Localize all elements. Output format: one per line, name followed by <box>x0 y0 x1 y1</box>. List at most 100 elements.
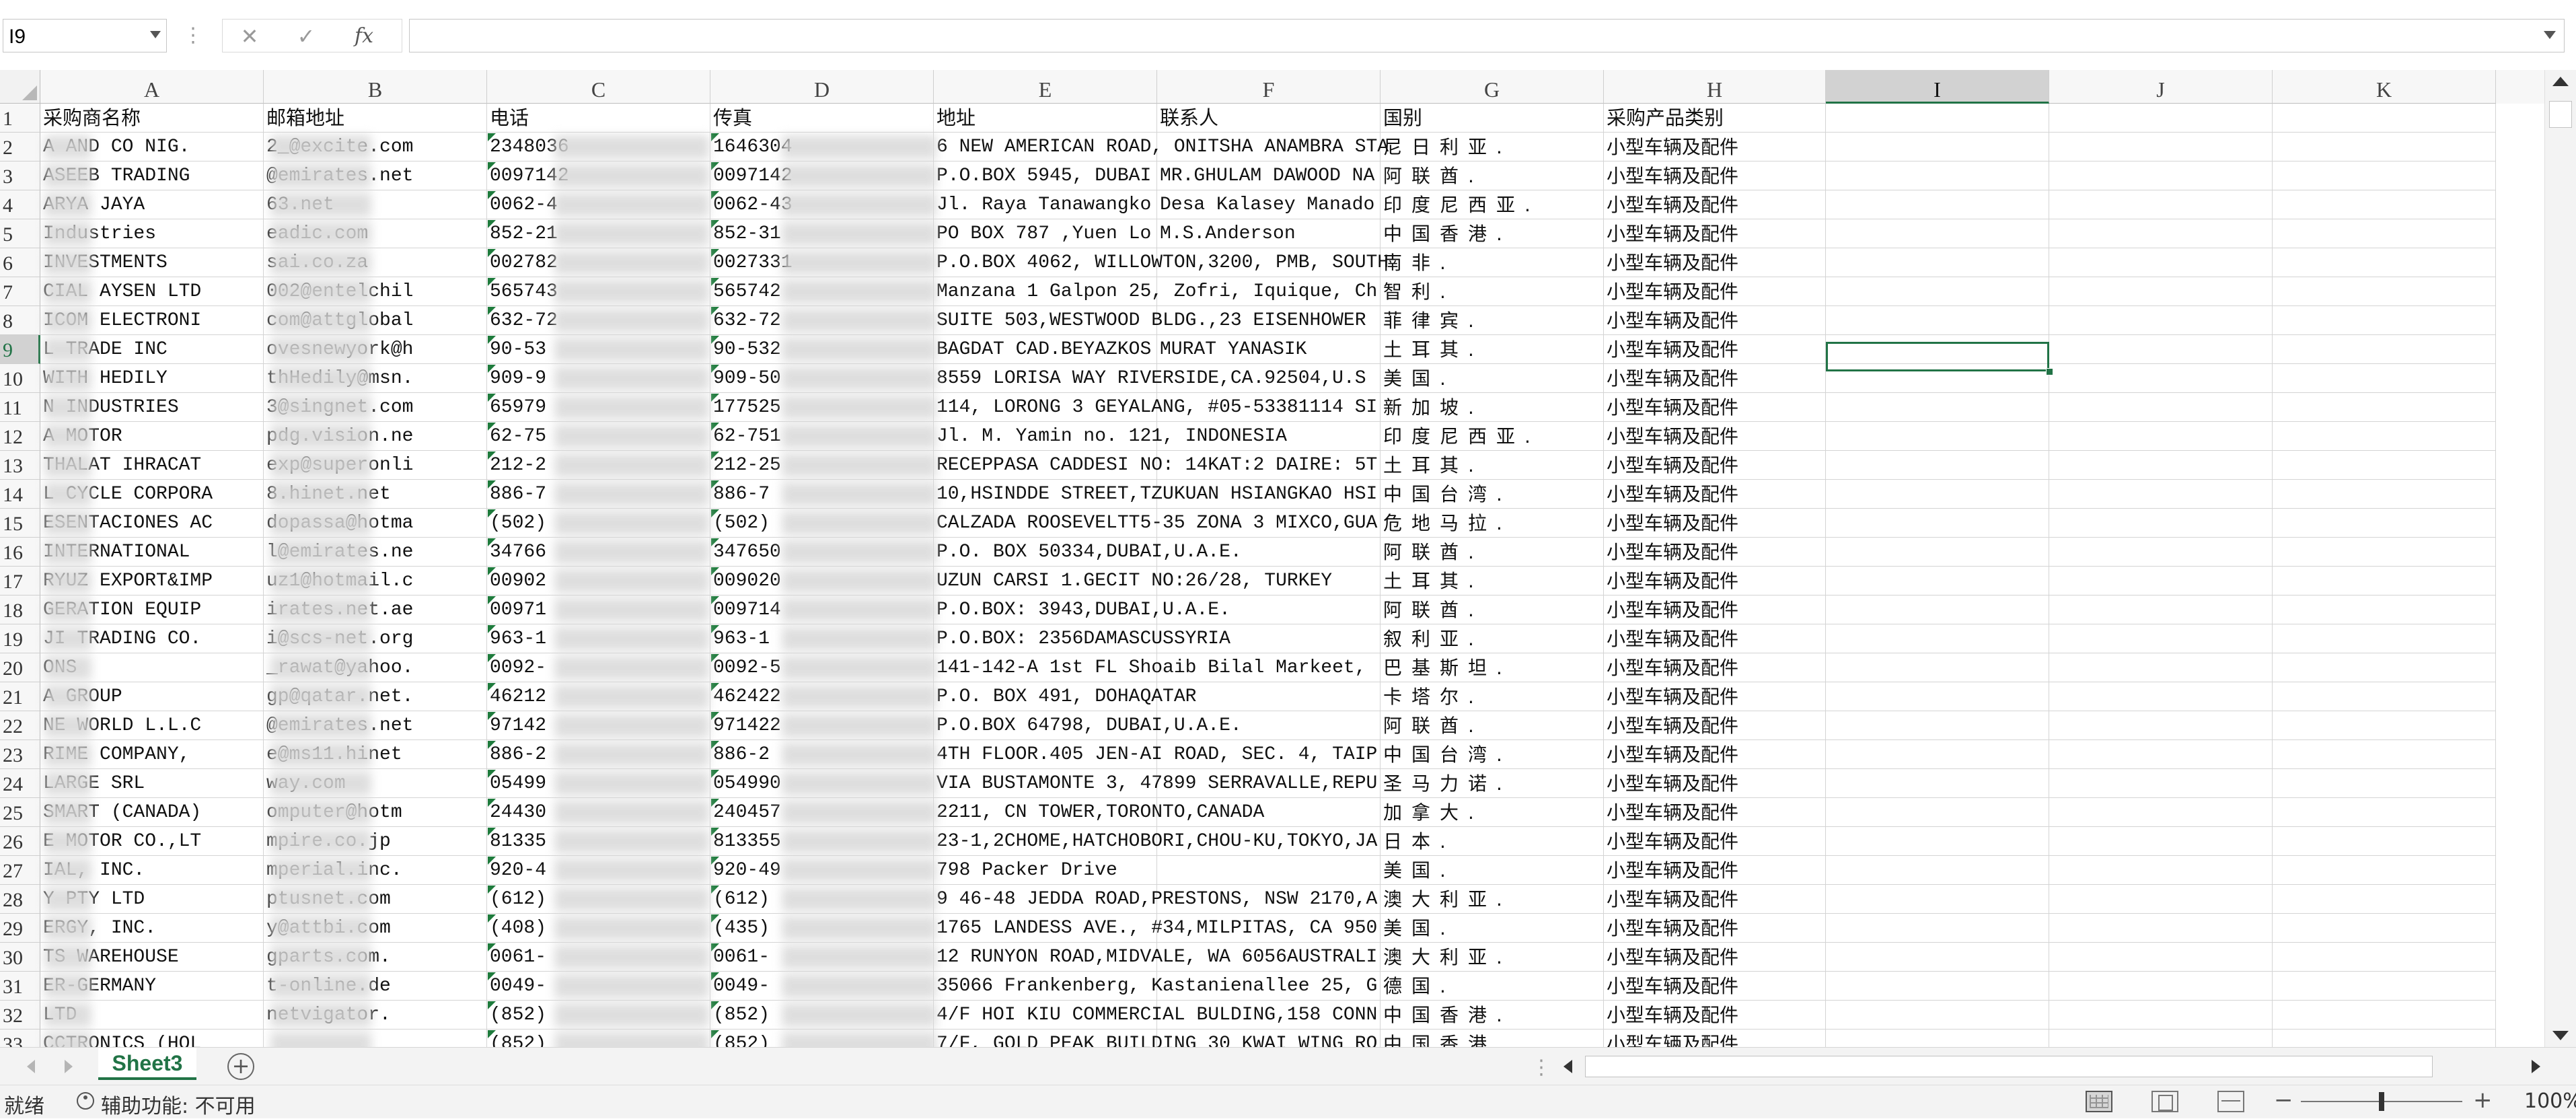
cell-j19[interactable] <box>2049 624 2273 653</box>
cell-g4[interactable]: 印度尼西亚. <box>1381 190 1604 219</box>
cell-j12[interactable] <box>2049 422 2273 451</box>
cell-g18[interactable]: 阿联酋. <box>1381 595 1604 624</box>
cell-k8[interactable] <box>2273 306 2496 335</box>
cell-i33[interactable] <box>1826 1030 2049 1047</box>
error-indicator-icon[interactable] <box>488 683 496 691</box>
horizontal-scroll-thumb[interactable] <box>1585 1056 2433 1077</box>
cell-h10[interactable]: 小型车辆及配件 <box>1604 364 1826 393</box>
cell-f4[interactable]: Desa Kalasey Manado <box>1157 190 1381 219</box>
cell-i6[interactable] <box>1826 248 2049 277</box>
cell-h22[interactable]: 小型车辆及配件 <box>1604 711 1826 740</box>
error-indicator-icon[interactable] <box>711 712 719 720</box>
column-header-d[interactable]: D <box>710 70 934 104</box>
cell-j15[interactable] <box>2049 509 2273 538</box>
column-header-i[interactable]: I <box>1826 70 2049 104</box>
cell-e15[interactable]: CALZADA ROOSEVELTT5-35 ZONA 3 MIXCO,GUA <box>934 509 1377 538</box>
cell-h8[interactable]: 小型车辆及配件 <box>1604 306 1826 335</box>
cell-h15[interactable]: 小型车辆及配件 <box>1604 509 1826 538</box>
row-header[interactable]: 19 <box>0 624 40 653</box>
cell-j32[interactable] <box>2049 1001 2273 1030</box>
cell-h12[interactable]: 小型车辆及配件 <box>1604 422 1826 451</box>
cell-k30[interactable] <box>2273 943 2496 972</box>
add-sheet-icon[interactable]: + <box>227 1053 254 1080</box>
error-indicator-icon[interactable] <box>711 567 719 575</box>
cell-h27[interactable]: 小型车辆及配件 <box>1604 856 1826 885</box>
cell-k22[interactable] <box>2273 711 2496 740</box>
cell-h2[interactable]: 小型车辆及配件 <box>1604 133 1826 161</box>
cell-h3[interactable]: 小型车辆及配件 <box>1604 161 1826 190</box>
row-header[interactable]: 13 <box>0 451 40 480</box>
cell-e16[interactable]: P.O. BOX 50334,DUBAI,U.A.E. <box>934 538 1242 567</box>
cell-g6[interactable]: 南非. <box>1381 248 1604 277</box>
cell-e14[interactable]: 10,HSINDDE STREET,TZUKUAN HSIANGKAO HSI <box>934 480 1377 509</box>
cell-h21[interactable]: 小型车辆及配件 <box>1604 682 1826 711</box>
error-indicator-icon[interactable] <box>488 1030 496 1038</box>
column-header-b[interactable]: B <box>264 70 487 104</box>
error-indicator-icon[interactable] <box>488 249 496 257</box>
column-header-e[interactable]: E <box>934 70 1157 104</box>
cell-e22[interactable]: P.O.BOX 64798, DUBAI,U.A.E. <box>934 711 1242 740</box>
cell-h33[interactable]: 小型车辆及配件 <box>1604 1030 1826 1047</box>
cell-j20[interactable] <box>2049 653 2273 682</box>
cell-k26[interactable] <box>2273 827 2496 856</box>
cell-k33[interactable] <box>2273 1030 2496 1047</box>
cell-j9[interactable] <box>2049 335 2273 364</box>
error-indicator-icon[interactable] <box>488 509 496 517</box>
error-indicator-icon[interactable] <box>711 394 719 402</box>
error-indicator-icon[interactable] <box>711 133 719 141</box>
cell-h6[interactable]: 小型车辆及配件 <box>1604 248 1826 277</box>
cell-g30[interactable]: 澳大利亚. <box>1381 943 1604 972</box>
check-icon[interactable]: ✓ <box>286 24 326 49</box>
error-indicator-icon[interactable] <box>488 625 496 633</box>
cell-g19[interactable]: 叙利亚. <box>1381 624 1604 653</box>
error-indicator-icon[interactable] <box>711 857 719 865</box>
error-indicator-icon[interactable] <box>711 365 719 373</box>
cell-j25[interactable] <box>2049 798 2273 827</box>
error-indicator-icon[interactable] <box>711 191 719 199</box>
cell-k11[interactable] <box>2273 393 2496 422</box>
cell-e19[interactable]: P.O.BOX: 2356DAMASCUSSYRIA <box>934 624 1230 653</box>
cell-e6[interactable]: P.O.BOX 4062, WILLOWTON,3200, PMB, SOUTH <box>934 248 1389 277</box>
cell-k10[interactable] <box>2273 364 2496 393</box>
error-indicator-icon[interactable] <box>711 423 719 431</box>
cell-g33[interactable]: 中国香港. <box>1381 1030 1604 1047</box>
normal-view-icon[interactable] <box>2086 1091 2112 1112</box>
zoom-out-button[interactable]: − <box>2274 1087 2293 1114</box>
error-indicator-icon[interactable] <box>711 480 719 489</box>
cell-j6[interactable] <box>2049 248 2273 277</box>
cell-j16[interactable] <box>2049 538 2273 567</box>
cell-j33[interactable] <box>2049 1030 2273 1047</box>
zoom-level[interactable]: 100% <box>2524 1089 2576 1113</box>
row-header[interactable]: 26 <box>0 827 40 856</box>
tab-next-icon[interactable] <box>65 1060 73 1073</box>
cell-h7[interactable]: 小型车辆及配件 <box>1604 277 1826 306</box>
cell-j24[interactable] <box>2049 769 2273 798</box>
row-header[interactable]: 7 <box>0 277 40 306</box>
cell-i26[interactable] <box>1826 827 2049 856</box>
cell-j29[interactable] <box>2049 914 2273 943</box>
cell-k13[interactable] <box>2273 451 2496 480</box>
cell-j11[interactable] <box>2049 393 2273 422</box>
cell-i32[interactable] <box>1826 1001 2049 1030</box>
row-header[interactable]: 12 <box>0 422 40 451</box>
cell-f27[interactable] <box>1157 856 1381 885</box>
cell-a1[interactable]: 采购商名称 <box>40 104 264 133</box>
row-header[interactable]: 30 <box>0 943 40 972</box>
horizontal-scrollbar[interactable] <box>1554 1052 2550 1081</box>
cell-e17[interactable]: UZUN CARSI 1.GECIT NO:26/28, TURKEY <box>934 567 1332 595</box>
column-header-c[interactable]: C <box>487 70 710 104</box>
cell-d1[interactable]: 传真 <box>710 104 934 133</box>
cell-g9[interactable]: 土耳其. <box>1381 335 1604 364</box>
cell-j23[interactable] <box>2049 740 2273 769</box>
cell-i4[interactable] <box>1826 190 2049 219</box>
cell-i2[interactable] <box>1826 133 2049 161</box>
cell-g28[interactable]: 澳大利亚. <box>1381 885 1604 914</box>
cell-g10[interactable]: 美国. <box>1381 364 1604 393</box>
cell-e23[interactable]: 4TH FLOOR.405 JEN-AI ROAD, SEC. 4, TAIP <box>934 740 1377 769</box>
cell-f5[interactable]: M.S.Anderson <box>1157 219 1381 248</box>
cell-g21[interactable]: 卡塔尔. <box>1381 682 1604 711</box>
cell-e30[interactable]: 12 RUNYON ROAD,MIDVALE, WA 6056AUSTRALI <box>934 943 1377 972</box>
cell-g7[interactable]: 智利. <box>1381 277 1604 306</box>
cell-k3[interactable] <box>2273 161 2496 190</box>
error-indicator-icon[interactable] <box>711 220 719 228</box>
